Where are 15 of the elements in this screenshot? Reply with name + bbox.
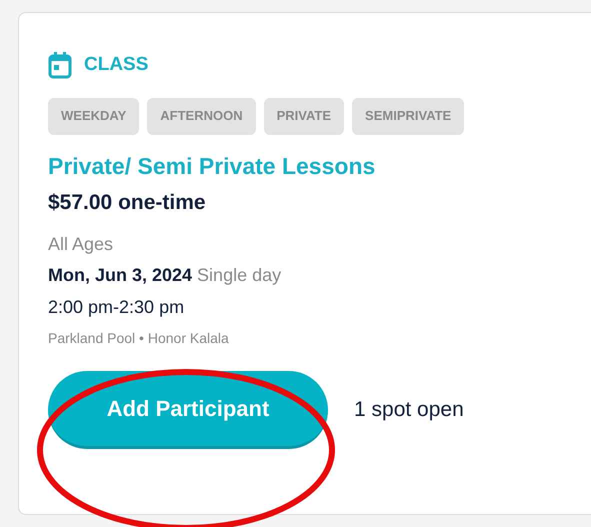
tag: WEEKDAY	[48, 98, 140, 134]
location-text: Parkland Pool • Honor Kalala	[48, 328, 230, 348]
category-label: CLASS	[84, 53, 148, 77]
tag: PRIVATE	[264, 98, 344, 134]
age-range: All Ages	[48, 232, 114, 256]
tag: SEMIPRIVATE	[352, 98, 464, 134]
date-note: Single day	[197, 264, 282, 287]
add-participant-button[interactable]: Add Participant	[48, 370, 328, 448]
availability-text: 1 spot open	[354, 396, 464, 423]
price: $57.00 one-time	[48, 190, 207, 216]
time-range: 2:00 pm-2:30 pm	[48, 296, 186, 319]
tag: AFTERNOON	[147, 98, 256, 134]
class-title[interactable]: Private/ Semi Private Lessons	[48, 150, 591, 180]
calendar-icon	[48, 51, 72, 80]
date-text: Mon, Jun 3, 2024	[48, 264, 192, 286]
